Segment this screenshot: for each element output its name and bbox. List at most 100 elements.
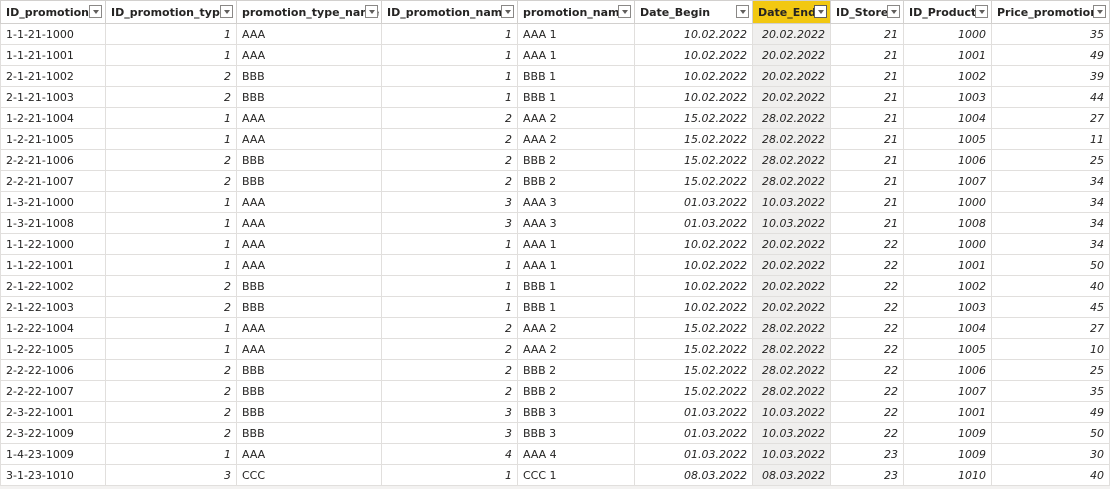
cell-id-store[interactable]: 21 <box>830 65 904 87</box>
cell-id-promotion-name[interactable]: 3 <box>381 401 518 423</box>
cell-id-store[interactable]: 22 <box>830 317 904 339</box>
cell-promotion-type-name[interactable]: AAA <box>236 254 382 276</box>
cell-id-promotion[interactable]: 2-1-21-1002 <box>0 65 106 87</box>
cell-id-product[interactable]: 1000 <box>903 23 992 45</box>
cell-promotion-name[interactable]: AAA 2 <box>517 317 635 339</box>
cell-promotion-type-name[interactable]: BBB <box>236 296 382 318</box>
cell-id-promotion-type[interactable]: 2 <box>105 275 237 297</box>
cell-id-promotion-type[interactable]: 1 <box>105 212 237 234</box>
cell-promotion-type-name[interactable]: AAA <box>236 44 382 66</box>
cell-id-store[interactable]: 22 <box>830 275 904 297</box>
cell-id-promotion-name[interactable]: 1 <box>381 464 518 486</box>
cell-date-end[interactable]: 20.02.2022 <box>752 23 831 45</box>
cell-id-store[interactable]: 21 <box>830 191 904 213</box>
cell-id-promotion[interactable]: 2-1-21-1003 <box>0 86 106 108</box>
cell-date-end[interactable]: 20.02.2022 <box>752 296 831 318</box>
cell-date-end[interactable]: 20.02.2022 <box>752 65 831 87</box>
cell-id-promotion-type[interactable]: 1 <box>105 317 237 339</box>
cell-price-promotion[interactable]: 34 <box>991 191 1110 213</box>
cell-id-promotion[interactable]: 1-1-21-1000 <box>0 23 106 45</box>
cell-id-promotion-type[interactable]: 2 <box>105 170 237 192</box>
cell-id-promotion-type[interactable]: 2 <box>105 380 237 402</box>
cell-promotion-name[interactable]: AAA 2 <box>517 338 635 360</box>
cell-id-promotion-type[interactable]: 1 <box>105 233 237 255</box>
cell-id-promotion-name[interactable]: 1 <box>381 23 518 45</box>
cell-id-promotion[interactable]: 1-2-22-1004 <box>0 317 106 339</box>
cell-date-begin[interactable]: 10.02.2022 <box>634 86 753 108</box>
cell-promotion-type-name[interactable]: BBB <box>236 86 382 108</box>
cell-id-promotion-name[interactable]: 1 <box>381 86 518 108</box>
cell-date-end[interactable]: 28.02.2022 <box>752 128 831 150</box>
cell-id-store[interactable]: 21 <box>830 107 904 129</box>
cell-id-store[interactable]: 22 <box>830 422 904 444</box>
cell-date-end[interactable]: 10.03.2022 <box>752 401 831 423</box>
cell-promotion-name[interactable]: BBB 2 <box>517 149 635 171</box>
cell-id-product[interactable]: 1001 <box>903 44 992 66</box>
cell-id-promotion-type[interactable]: 3 <box>105 464 237 486</box>
cell-date-begin[interactable]: 10.02.2022 <box>634 23 753 45</box>
cell-price-promotion[interactable]: 25 <box>991 359 1110 381</box>
cell-id-promotion[interactable]: 1-3-21-1008 <box>0 212 106 234</box>
cell-id-promotion-name[interactable]: 1 <box>381 296 518 318</box>
cell-id-promotion-name[interactable]: 1 <box>381 254 518 276</box>
cell-price-promotion[interactable]: 30 <box>991 443 1110 465</box>
cell-promotion-type-name[interactable]: AAA <box>236 191 382 213</box>
cell-date-end[interactable]: 20.02.2022 <box>752 275 831 297</box>
filter-dropdown-icon[interactable] <box>975 5 988 18</box>
filter-dropdown-icon[interactable] <box>365 5 378 18</box>
filter-dropdown-icon[interactable] <box>89 5 102 18</box>
cell-id-store[interactable]: 21 <box>830 212 904 234</box>
cell-id-promotion[interactable]: 2-2-22-1007 <box>0 380 106 402</box>
cell-id-promotion-type[interactable]: 2 <box>105 296 237 318</box>
cell-date-begin[interactable]: 15.02.2022 <box>634 380 753 402</box>
column-header-id-store[interactable]: ID_Store <box>830 0 904 24</box>
cell-price-promotion[interactable]: 27 <box>991 107 1110 129</box>
cell-promotion-type-name[interactable]: AAA <box>236 317 382 339</box>
cell-promotion-type-name[interactable]: AAA <box>236 338 382 360</box>
filter-dropdown-icon[interactable] <box>1093 5 1106 18</box>
cell-date-end[interactable]: 28.02.2022 <box>752 317 831 339</box>
cell-id-store[interactable]: 22 <box>830 296 904 318</box>
cell-promotion-type-name[interactable]: AAA <box>236 23 382 45</box>
cell-id-promotion-type[interactable]: 2 <box>105 401 237 423</box>
cell-id-promotion[interactable]: 2-3-22-1001 <box>0 401 106 423</box>
cell-promotion-type-name[interactable]: AAA <box>236 212 382 234</box>
cell-id-promotion-type[interactable]: 1 <box>105 191 237 213</box>
cell-id-store[interactable]: 22 <box>830 233 904 255</box>
cell-price-promotion[interactable]: 25 <box>991 149 1110 171</box>
cell-id-promotion[interactable]: 2-1-22-1002 <box>0 275 106 297</box>
cell-id-store[interactable]: 21 <box>830 23 904 45</box>
cell-id-promotion-name[interactable]: 2 <box>381 170 518 192</box>
cell-id-product[interactable]: 1002 <box>903 65 992 87</box>
cell-date-begin[interactable]: 15.02.2022 <box>634 149 753 171</box>
cell-promotion-type-name[interactable]: BBB <box>236 401 382 423</box>
cell-date-begin[interactable]: 10.02.2022 <box>634 254 753 276</box>
cell-id-promotion[interactable]: 2-2-21-1006 <box>0 149 106 171</box>
cell-id-product[interactable]: 1006 <box>903 359 992 381</box>
cell-date-end[interactable]: 28.02.2022 <box>752 338 831 360</box>
cell-promotion-type-name[interactable]: CCC <box>236 464 382 486</box>
cell-id-promotion-name[interactable]: 4 <box>381 443 518 465</box>
cell-date-begin[interactable]: 08.03.2022 <box>634 464 753 486</box>
cell-price-promotion[interactable]: 49 <box>991 401 1110 423</box>
cell-date-end[interactable]: 10.03.2022 <box>752 443 831 465</box>
cell-promotion-name[interactable]: AAA 1 <box>517 233 635 255</box>
cell-date-end[interactable]: 28.02.2022 <box>752 380 831 402</box>
column-header-id-product[interactable]: ID_Product <box>903 0 992 24</box>
cell-promotion-name[interactable]: BBB 2 <box>517 380 635 402</box>
cell-price-promotion[interactable]: 44 <box>991 86 1110 108</box>
cell-date-begin[interactable]: 10.02.2022 <box>634 65 753 87</box>
cell-id-promotion[interactable]: 1-3-21-1000 <box>0 191 106 213</box>
column-header-date-end[interactable]: Date_End <box>752 0 831 24</box>
filter-dropdown-icon[interactable] <box>814 5 827 18</box>
cell-id-store[interactable]: 22 <box>830 254 904 276</box>
cell-promotion-name[interactable]: BBB 1 <box>517 275 635 297</box>
cell-date-begin[interactable]: 15.02.2022 <box>634 338 753 360</box>
filter-dropdown-icon[interactable] <box>501 5 514 18</box>
cell-id-product[interactable]: 1003 <box>903 86 992 108</box>
cell-id-promotion[interactable]: 2-1-22-1003 <box>0 296 106 318</box>
cell-id-promotion-type[interactable]: 2 <box>105 86 237 108</box>
cell-id-promotion-name[interactable]: 1 <box>381 65 518 87</box>
cell-date-end[interactable]: 20.02.2022 <box>752 44 831 66</box>
cell-date-begin[interactable]: 10.02.2022 <box>634 275 753 297</box>
